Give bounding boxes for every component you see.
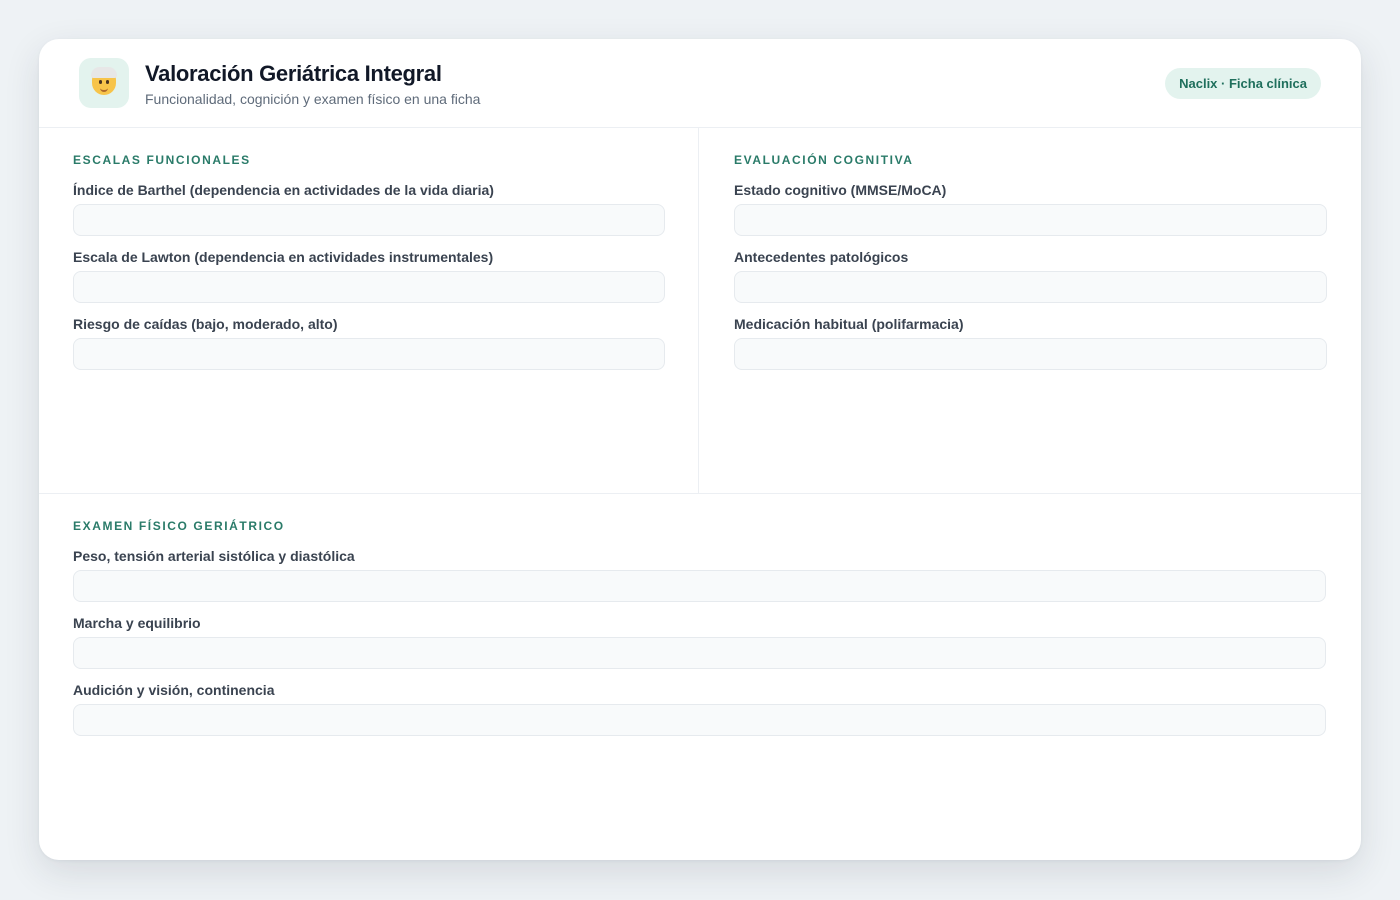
medication-label: Medicación habitual (polifarmacia) (734, 316, 964, 332)
older-person-icon (91, 67, 117, 95)
gait-balance-label: Marcha y equilibrio (73, 615, 201, 631)
lawton-input[interactable] (73, 271, 665, 303)
section-title: EXAMEN FÍSICO GERIÁTRICO (73, 519, 285, 533)
weight-pressure-label: Peso, tensión arterial sistólica y diast… (73, 548, 355, 564)
pathological-history-input[interactable] (734, 271, 1327, 303)
physical-exam-section: EXAMEN FÍSICO GERIÁTRICO Peso, tensión a… (39, 494, 1361, 860)
fall-risk-label: Riesgo de caídas (bajo, moderado, alto) (73, 316, 338, 332)
section-title: EVALUACIÓN COGNITIVA (734, 153, 914, 167)
functional-scales-section: ESCALAS FUNCIONALES Índice de Barthel (d… (39, 128, 699, 494)
gait-balance-input[interactable] (73, 637, 1326, 669)
lawton-label: Escala de Lawton (dependencia en activid… (73, 249, 494, 265)
hearing-vision-label: Audición y visión, continencia (73, 682, 275, 698)
page-subtitle: Funcionalidad, cognición y examen físico… (145, 91, 481, 107)
fall-risk-input[interactable] (73, 338, 665, 370)
pathological-history-label: Antecedentes patológicos (734, 249, 909, 265)
card-header: Valoración Geriátrica Integral Funcional… (39, 39, 1361, 128)
assessment-card: Valoración Geriátrica Integral Funcional… (39, 39, 1361, 860)
barthel-input[interactable] (73, 204, 665, 236)
cognitive-evaluation-section: EVALUACIÓN COGNITIVA Estado cognitivo (M… (699, 128, 1361, 494)
cognitive-state-label: Estado cognitivo (MMSE/MoCA) (734, 182, 947, 198)
page-title: Valoración Geriátrica Integral (145, 61, 442, 86)
hearing-vision-input[interactable] (73, 704, 1326, 736)
section-title: ESCALAS FUNCIONALES (73, 153, 251, 167)
cognitive-state-input[interactable] (734, 204, 1327, 236)
app-logo (79, 58, 129, 108)
medication-input[interactable] (734, 338, 1327, 370)
status-badge: Naclix · Ficha clínica (1165, 68, 1321, 99)
barthel-label: Índice de Barthel (dependencia en activi… (73, 182, 494, 198)
weight-pressure-input[interactable] (73, 570, 1326, 602)
